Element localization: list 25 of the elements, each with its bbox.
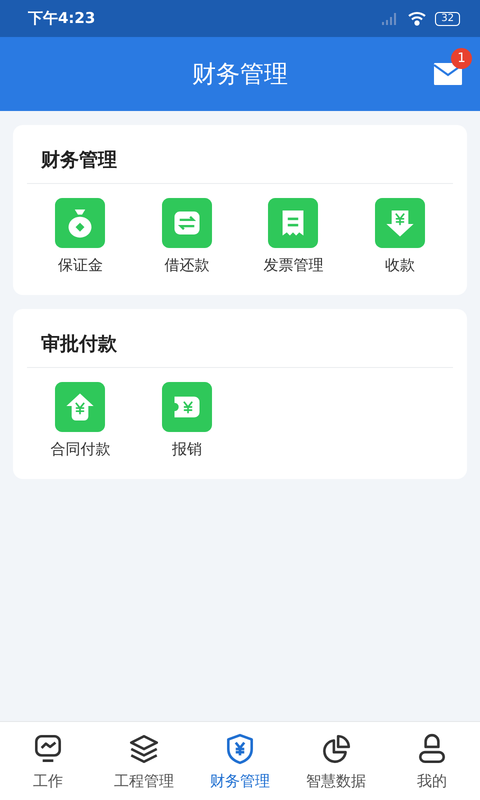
mail-icon[interactable] <box>434 63 462 85</box>
status-time: 下午4:23 <box>28 9 96 28</box>
menu-item[interactable]: 借还款 <box>164 256 210 275</box>
receipt-icon <box>268 198 318 248</box>
nav-tab[interactable]: 我的 <box>384 722 480 800</box>
page-title: 财务管理 <box>192 59 288 90</box>
nav-tab[interactable]: 工作 <box>0 722 96 800</box>
receive-icon <box>374 198 425 248</box>
menu-item[interactable]: 合同付款 <box>50 440 110 459</box>
nav-tab[interactable]: 财务管理 <box>192 722 288 800</box>
ticket-icon <box>162 382 212 432</box>
exchange-icon <box>162 198 212 248</box>
nav-tab[interactable]: 智慧数据 <box>288 722 384 800</box>
menu-item[interactable]: 报销 <box>172 440 202 459</box>
section-title: 财务管理 <box>27 125 453 184</box>
notification-badge: 1 <box>451 48 472 69</box>
battery-level: 32 <box>435 12 460 26</box>
nav-tab[interactable]: 工程管理 <box>96 722 192 800</box>
section-title: 审批付款 <box>27 309 453 368</box>
menu-item[interactable]: 收款 <box>384 256 415 275</box>
wifi-icon <box>407 11 428 26</box>
menu-item[interactable]: 保证金 <box>58 256 103 275</box>
bag-icon <box>55 198 106 248</box>
pay-icon <box>55 382 106 432</box>
menu-item[interactable]: 发票管理 <box>263 256 324 275</box>
